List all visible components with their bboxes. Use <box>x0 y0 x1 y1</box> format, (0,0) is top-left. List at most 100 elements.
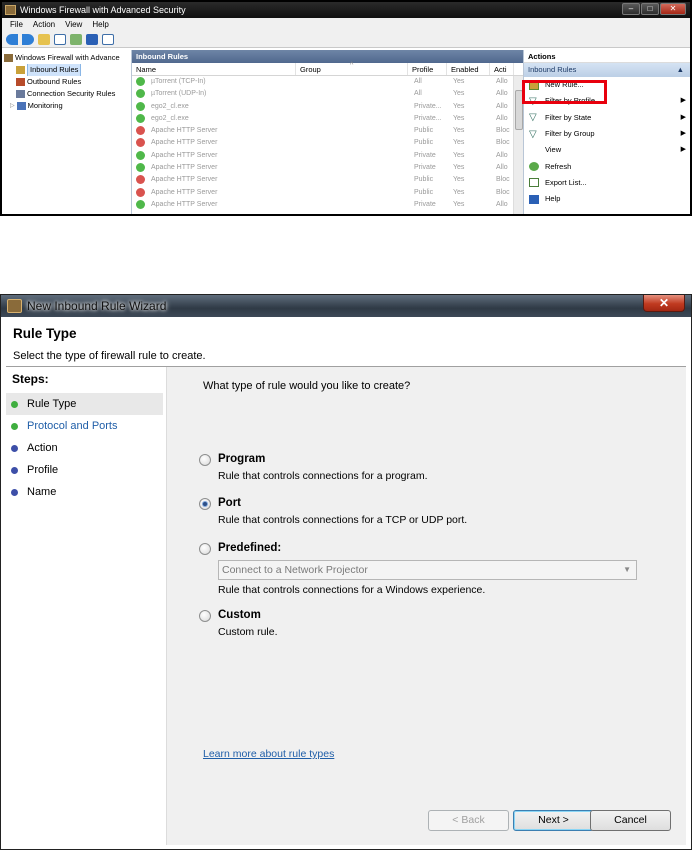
rule-name: Apache HTTP Server <box>151 127 218 135</box>
rule-row[interactable]: Apache HTTP Server Private Yes Allo <box>132 199 523 211</box>
allow-rule-icon <box>136 89 145 99</box>
option-label[interactable]: Predefined: <box>218 542 281 554</box>
action-label: Export List... <box>545 177 587 187</box>
menu-bar: File Action View Help <box>2 18 690 32</box>
option-description: Rule that controls connections for a Win… <box>218 584 486 596</box>
tree-item-inbound-rules[interactable]: Inbound Rules <box>2 64 131 76</box>
action-refresh[interactable]: Refresh <box>524 158 690 174</box>
block-rule-icon <box>136 175 145 185</box>
action-export-list[interactable]: Export List... <box>524 175 690 191</box>
rule-row[interactable]: µTorrent (UDP-In) All Yes Allo <box>132 88 523 100</box>
up-folder-icon[interactable] <box>38 34 50 45</box>
step-protocol-and-ports[interactable]: Protocol and Ports <box>6 415 166 437</box>
action-help[interactable]: Help <box>524 191 690 207</box>
minimize-button[interactable]: – <box>622 3 640 15</box>
action-view[interactable]: View ▶ <box>524 142 690 158</box>
tree-item-outbound-rules[interactable]: Outbound Rules <box>2 76 131 88</box>
submenu-arrow-icon: ▶ <box>680 113 686 121</box>
monitoring-icon <box>16 102 26 110</box>
show-tree-icon[interactable] <box>54 34 66 45</box>
filter-icon: ▽ <box>529 128 537 140</box>
close-button[interactable]: ✕ <box>660 3 686 15</box>
step-complete-dot-icon <box>11 423 18 430</box>
cancel-button[interactable]: Cancel <box>590 810 671 831</box>
rule-profile: Private <box>414 151 436 159</box>
option-label[interactable]: Port <box>218 497 241 509</box>
rule-enabled: Yes <box>453 176 465 184</box>
tree-item-root[interactable]: Windows Firewall with Advance <box>2 52 131 64</box>
tree-item-label: Windows Firewall with Advance <box>15 53 120 62</box>
column-profile[interactable]: Profile <box>408 63 447 75</box>
rules-pane: Inbound Rules Name Group Profile Enabled… <box>132 50 524 214</box>
properties-icon[interactable] <box>102 34 114 45</box>
column-name[interactable]: Name <box>132 63 296 75</box>
close-button[interactable]: ✕ <box>643 295 685 312</box>
rule-name: Apache HTTP Server <box>151 164 218 172</box>
action-filter-by-group[interactable]: ▽ Filter by Group ▶ <box>524 126 690 142</box>
option-label[interactable]: Custom <box>218 609 261 621</box>
rule-row[interactable]: Apache HTTP Server Private Yes Allo <box>132 162 523 174</box>
port-radio[interactable] <box>199 498 211 510</box>
sort-arrow-icon: ^ <box>350 62 354 69</box>
mmc-window: Windows Firewall with Advanced Security … <box>0 0 692 216</box>
tree-item-connection-security[interactable]: Connection Security Rules <box>2 88 131 100</box>
filter-icon: ▽ <box>529 112 537 124</box>
firewall-icon <box>4 54 13 62</box>
step-pending-dot-icon <box>11 445 18 452</box>
back-arrow-icon[interactable] <box>6 34 18 45</box>
expand-arrow-icon[interactable]: ▷ <box>10 100 15 112</box>
step-rule-type: Rule Type <box>6 393 163 415</box>
column-enabled[interactable]: Enabled <box>447 63 490 75</box>
rule-row[interactable]: Apache HTTP Server Public Yes Bloc <box>132 137 523 149</box>
action-filter-by-state[interactable]: ▽ Filter by State ▶ <box>524 110 690 126</box>
rule-row[interactable]: ego2_cl.exe Private... Yes Allo <box>132 101 523 113</box>
collapse-arrow-icon[interactable]: ▲ <box>677 63 684 77</box>
option-label[interactable]: Program <box>218 453 265 465</box>
rule-group <box>298 137 410 149</box>
predefined-rule-select[interactable]: Connect to a Network Projector ▼ <box>218 560 637 580</box>
menu-file[interactable]: File <box>10 18 23 32</box>
chevron-down-icon[interactable]: ▼ <box>623 561 631 579</box>
rule-row[interactable]: Apache HTTP Server Public Yes Bloc <box>132 174 523 186</box>
submenu-arrow-icon: ▶ <box>680 146 686 154</box>
rule-enabled: Yes <box>453 139 465 147</box>
back-button[interactable]: < Back <box>428 810 509 831</box>
rule-row[interactable]: ego2_cl.exe Private... Yes Allo <box>132 113 523 125</box>
predefined-radio[interactable] <box>199 543 211 555</box>
help-icon <box>529 194 539 204</box>
page-subtitle: Select the type of firewall rule to crea… <box>13 350 206 362</box>
rule-profile: Public <box>414 139 434 147</box>
forward-arrow-icon[interactable] <box>22 34 34 45</box>
menu-view[interactable]: View <box>65 18 82 32</box>
rule-row[interactable]: µTorrent (TCP-In) All Yes Allo <box>132 76 523 88</box>
action-label: Filter by Group <box>545 129 595 139</box>
allow-rule-icon <box>136 113 145 123</box>
column-action[interactable]: Acti <box>490 63 514 75</box>
program-radio[interactable] <box>199 454 211 466</box>
rule-row[interactable]: Apache HTTP Server Public Yes Bloc <box>132 125 523 137</box>
rule-group <box>298 88 410 100</box>
actions-subheader[interactable]: Inbound Rules ▲ <box>524 63 690 77</box>
tree-item-monitoring[interactable]: ▷ Monitoring <box>2 100 131 112</box>
rule-group <box>298 150 410 162</box>
tree-item-label: Inbound Rules <box>27 64 82 76</box>
export-list-icon[interactable] <box>70 34 82 45</box>
custom-radio[interactable] <box>199 610 211 622</box>
rule-enabled: Yes <box>453 102 465 110</box>
maximize-button[interactable]: □ <box>641 3 659 15</box>
rule-row[interactable]: Apache HTTP Server Public Yes Bloc <box>132 187 523 199</box>
rule-name: Apache HTTP Server <box>151 139 218 147</box>
mmc-title: Windows Firewall with Advanced Security <box>20 5 186 15</box>
rule-group <box>298 199 410 211</box>
step-label: Action <box>27 442 58 454</box>
step-label: Name <box>27 486 57 498</box>
help-icon[interactable] <box>86 34 98 45</box>
menu-help[interactable]: Help <box>92 18 108 32</box>
allow-rule-icon <box>136 77 145 86</box>
menu-action[interactable]: Action <box>33 18 55 32</box>
rule-row[interactable]: Apache HTTP Server Private Yes Allo <box>132 150 523 162</box>
rule-type-question: What type of rule would you like to crea… <box>203 380 411 392</box>
learn-more-link[interactable]: Learn more about rule types <box>203 748 334 760</box>
wizard-title-bar: New Inbound Rule Wizard ✕ <box>1 295 691 317</box>
next-button[interactable]: Next > <box>513 810 594 831</box>
